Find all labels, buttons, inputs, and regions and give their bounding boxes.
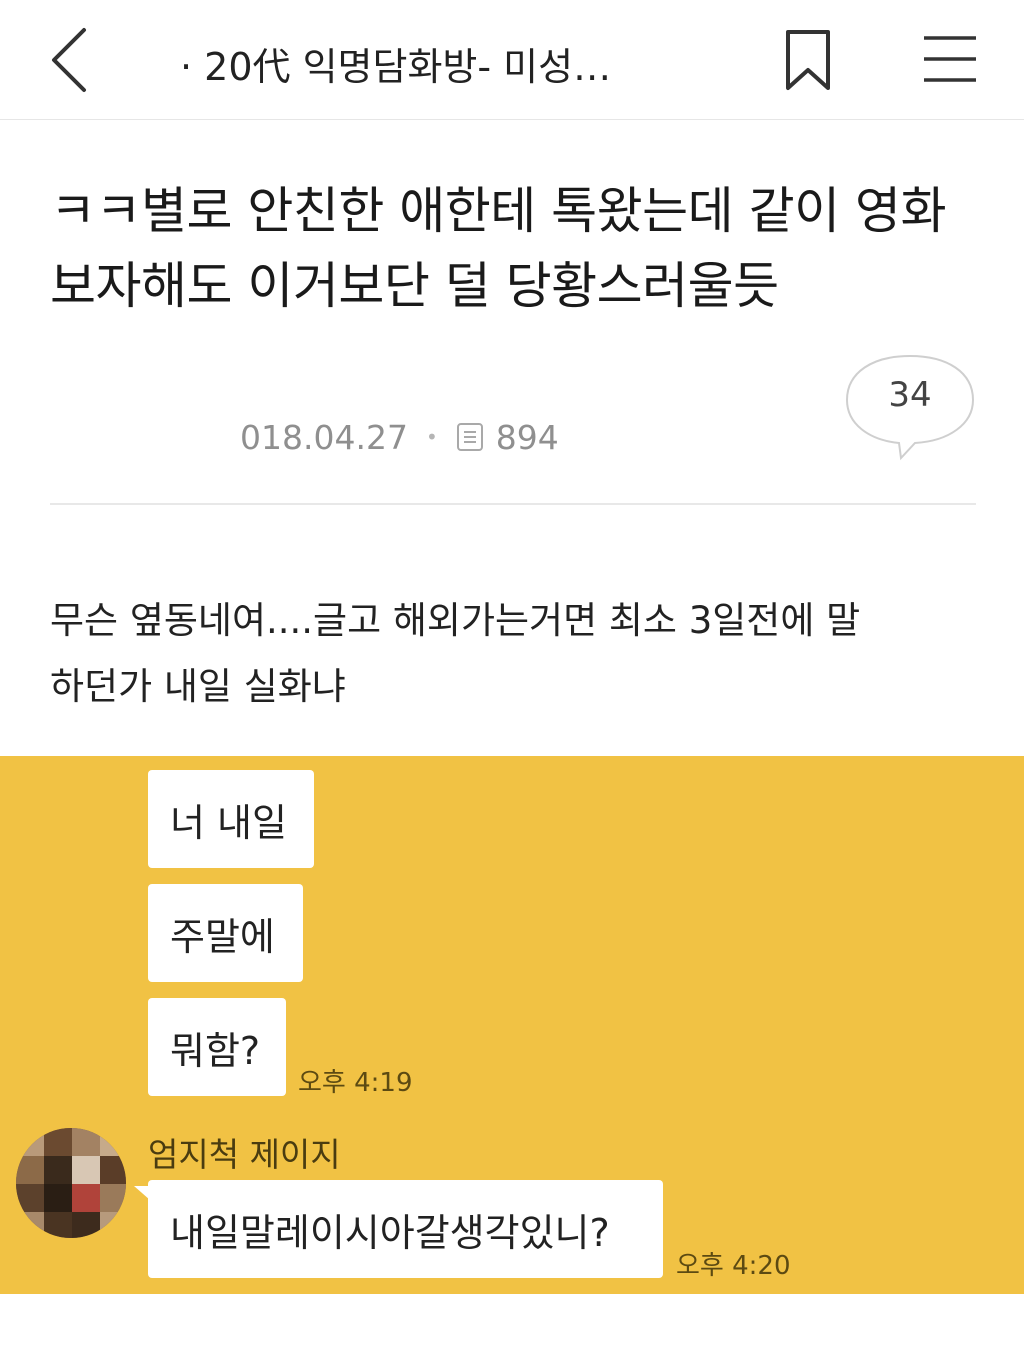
menu-icon[interactable] — [920, 32, 978, 86]
chat-bubble: 주말에 — [148, 884, 303, 982]
avatar — [16, 1128, 126, 1238]
post-meta: 018.04.27 • 894 — [240, 412, 559, 462]
post-body: 무슨 옆동네여....글고 해외가는거면 최소 3일전에 말 하던가 내일 실화… — [50, 588, 980, 720]
view-count: 894 — [495, 417, 559, 457]
post-date: 018.04.27 — [240, 417, 408, 457]
chat-bubble: 내일말레이시아갈생각있니? — [148, 1180, 663, 1278]
top-navigation-bar: · 20代 익명담화방- 미성… — [0, 0, 1024, 120]
bookmark-icon[interactable] — [782, 28, 834, 92]
chat-bubble: 뭐함? — [148, 998, 286, 1096]
chat-bubble: 너 내일 — [148, 770, 314, 868]
post-body-line: 무슨 옆동네여....글고 해외가는거면 최소 3일전에 말 — [50, 599, 861, 642]
post-title: ㅋㅋ별로 안친한 애한테 톡왔는데 같이 영화 보자해도 이거보단 덜 당황스러… — [50, 174, 980, 324]
chat-screenshot: 너 내일 주말에 뭐함? 오후 4:19 엄지척 제이지 내일말레이시아갈생각있… — [0, 756, 1024, 1294]
view-count-icon — [456, 423, 483, 451]
message-time: 오후 4:20 — [676, 1251, 791, 1281]
back-icon[interactable] — [42, 26, 98, 94]
message-time: 오후 4:19 — [298, 1068, 413, 1098]
post-title-line: ㅋㅋ별로 안친한 애한테 톡왔는데 같이 영화 — [50, 182, 946, 240]
post-body-line: 하던가 내일 실화냐 — [50, 665, 346, 708]
board-title[interactable]: · 20代 익명담화방- 미성… — [180, 36, 680, 91]
sender-name: 엄지척 제이지 — [148, 1135, 341, 1174]
divider — [50, 503, 976, 505]
post-title-line: 보자해도 이거보단 덜 당황스러울듯 — [50, 257, 779, 315]
separator-dot: • — [425, 425, 438, 449]
comment-count[interactable]: 34 — [843, 375, 977, 415]
